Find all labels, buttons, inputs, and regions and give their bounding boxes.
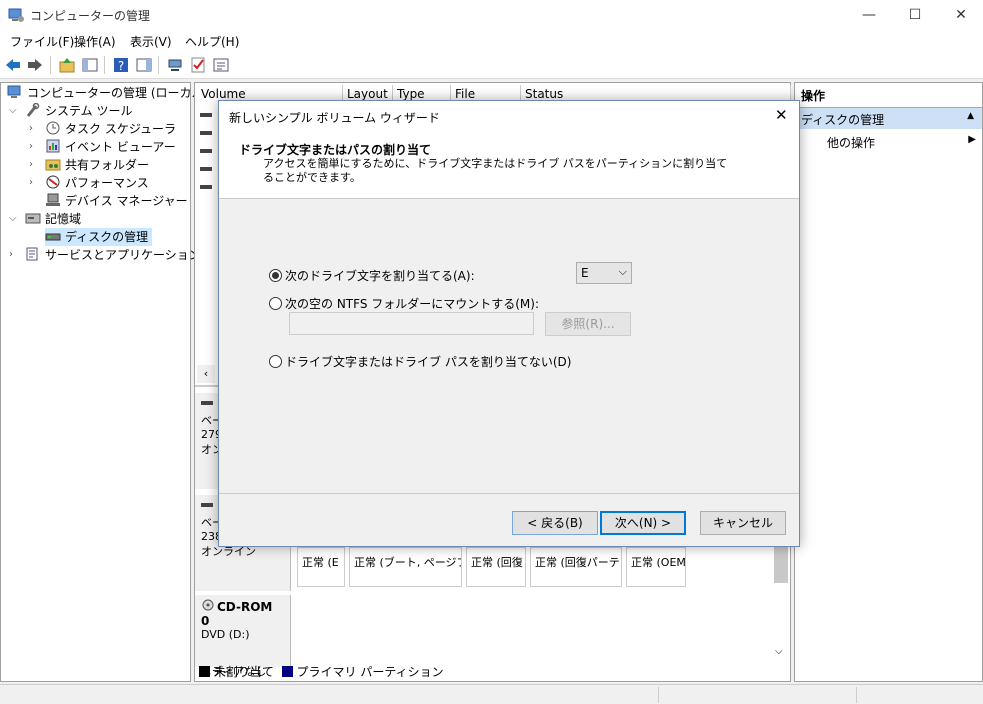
checklist-icon[interactable]	[189, 56, 207, 74]
scroll-left-button[interactable]: ‹	[197, 365, 215, 383]
cancel-button[interactable]: キャンセル	[700, 511, 786, 535]
menu-view[interactable]: 表示(V)	[130, 33, 172, 50]
shared-folder-icon	[45, 157, 61, 171]
browse-button[interactable]: 参照(R)...	[545, 312, 631, 336]
computer-management-icon	[8, 7, 24, 23]
tools-icon	[25, 102, 41, 117]
clock-icon	[45, 121, 61, 135]
cd-icon	[201, 599, 217, 614]
event-viewer-icon	[45, 139, 61, 153]
chevron-right-icon[interactable]: ›	[29, 156, 41, 174]
tree-item-services[interactable]: › サービスとアプリケーション	[9, 246, 201, 264]
show-hide-tree-icon[interactable]	[81, 56, 99, 74]
close-button[interactable]: ✕	[938, 0, 983, 30]
performance-icon	[45, 175, 61, 189]
window-title: コンピューターの管理	[30, 9, 151, 23]
actions-section-disk-management[interactable]: ディスクの管理 ▲	[795, 107, 982, 129]
status-bar	[0, 684, 983, 704]
folder-path-input[interactable]	[289, 312, 534, 335]
chevron-right-icon[interactable]: ›	[9, 246, 21, 264]
assign-letter-radio[interactable]	[269, 269, 282, 282]
disk-icon	[45, 229, 61, 243]
computer-management-icon	[7, 85, 23, 99]
drive-letter-select[interactable]: E ⌵	[576, 262, 632, 284]
services-icon	[25, 247, 41, 261]
legend: 未割り当て プライマリ パーティション	[199, 663, 789, 679]
partition[interactable]: 正常 (E	[297, 547, 345, 587]
mount-folder-label[interactable]: 次の空の NTFS フォルダーにマウントする(M):	[285, 295, 539, 312]
scroll-down-icon[interactable]: ⌵	[775, 646, 783, 657]
submenu-arrow-icon: ▶	[968, 134, 976, 145]
title-bar: コンピューターの管理 — ☐ ✕	[0, 0, 983, 30]
maximize-button[interactable]: ☐	[892, 0, 938, 30]
tree-item-disk-management[interactable]: ディスクの管理	[45, 228, 153, 246]
chevron-right-icon[interactable]: ›	[29, 174, 41, 192]
back-button[interactable]: < 戻る(B)	[512, 511, 598, 535]
navigation-tree: コンピューターの管理 (ローカル) ⌵ システム ツール › タスク スケジュー…	[0, 82, 208, 682]
no-letter-label[interactable]: ドライブ文字またはドライブ パスを割り当てない(D)	[285, 353, 571, 370]
partition[interactable]: 正常 (OEM	[626, 547, 686, 587]
chevron-right-icon[interactable]: ›	[29, 120, 41, 138]
menu-action[interactable]: 操作(A)	[74, 33, 116, 50]
action-more[interactable]: 他の操作 ▶	[795, 133, 982, 153]
assign-letter-label[interactable]: 次のドライブ文字を割り当てる(A):	[285, 267, 475, 284]
device-manager-icon	[45, 193, 61, 207]
tree-item-event-viewer[interactable]: › イベント ビューアー	[29, 138, 176, 156]
tree-item-system-tools[interactable]: ⌵ システム ツール	[9, 102, 132, 120]
cdrom-label[interactable]: CD-ROM 0 DVD (D:) メディアなし	[195, 595, 291, 678]
tree-item-shared-folders[interactable]: › 共有フォルダー	[29, 156, 149, 174]
storage-icon	[25, 211, 41, 225]
forward-arrow-icon[interactable]	[26, 56, 44, 74]
tree-item-performance[interactable]: › パフォーマンス	[29, 174, 149, 192]
dialog-close-icon[interactable]: ✕	[775, 106, 788, 124]
connect-icon[interactable]	[166, 56, 184, 74]
back-arrow-icon[interactable]	[4, 56, 22, 74]
partition[interactable]: 正常 (回復パーテ	[530, 547, 622, 587]
chevron-right-icon[interactable]: ›	[29, 138, 41, 156]
toolbar: ?	[0, 52, 983, 79]
legend-unallocated-swatch	[199, 666, 210, 677]
next-button[interactable]: 次へ(N) >	[600, 511, 686, 535]
up-folder-icon[interactable]	[58, 56, 76, 74]
svg-text:?: ?	[118, 59, 124, 73]
tree-item-root[interactable]: コンピューターの管理 (ローカル)	[7, 84, 208, 102]
wizard-step-description: アクセスを簡単にするために、ドライブ文字またはドライブ パスをパーティションに割…	[263, 157, 728, 184]
partition[interactable]: 正常 (回復	[466, 547, 526, 587]
properties-icon[interactable]	[212, 56, 230, 74]
menu-help[interactable]: ヘルプ(H)	[185, 33, 239, 50]
menu-bar: ファイル(F) 操作(A) 表示(V) ヘルプ(H)	[0, 30, 983, 52]
dialog-title: 新しいシンプル ボリューム ウィザード	[229, 111, 440, 125]
dialog-title-bar: 新しいシンプル ボリューム ウィザード ✕	[219, 101, 799, 131]
tree-item-storage[interactable]: ⌵ 記憶域	[9, 210, 81, 228]
tree-item-task-scheduler[interactable]: › タスク スケジューラ	[29, 120, 176, 138]
no-letter-radio[interactable]	[269, 355, 282, 368]
collapse-up-icon[interactable]: ▲	[967, 111, 974, 121]
actions-pane: 操作 ディスクの管理 ▲ 他の操作 ▶	[794, 82, 983, 682]
show-hide-action-pane-icon[interactable]	[135, 56, 153, 74]
actions-header: 操作	[801, 89, 826, 103]
legend-primary-swatch	[281, 666, 293, 677]
wizard-step-heading: ドライブ文字またはパスの割り当て	[239, 143, 432, 157]
menu-file[interactable]: ファイル(F)	[10, 33, 74, 50]
tree-item-device-manager[interactable]: デバイス マネージャー	[45, 192, 188, 210]
chevron-down-icon[interactable]: ⌵	[9, 102, 21, 120]
new-simple-volume-wizard-dialog: 新しいシンプル ボリューム ウィザード ✕ ドライブ文字またはパスの割り当て ア…	[218, 100, 800, 547]
volume-list-icons	[200, 109, 214, 189]
mount-folder-radio[interactable]	[269, 297, 282, 310]
minimize-button[interactable]: —	[846, 0, 892, 30]
help-icon[interactable]: ?	[112, 56, 130, 74]
partition[interactable]: 正常 (ブート, ページフ	[349, 547, 462, 587]
dialog-header: ドライブ文字またはパスの割り当て アクセスを簡単にするために、ドライブ文字または…	[219, 131, 799, 199]
chevron-down-icon: ⌵	[618, 265, 627, 278]
chevron-down-icon[interactable]: ⌵	[9, 210, 21, 228]
